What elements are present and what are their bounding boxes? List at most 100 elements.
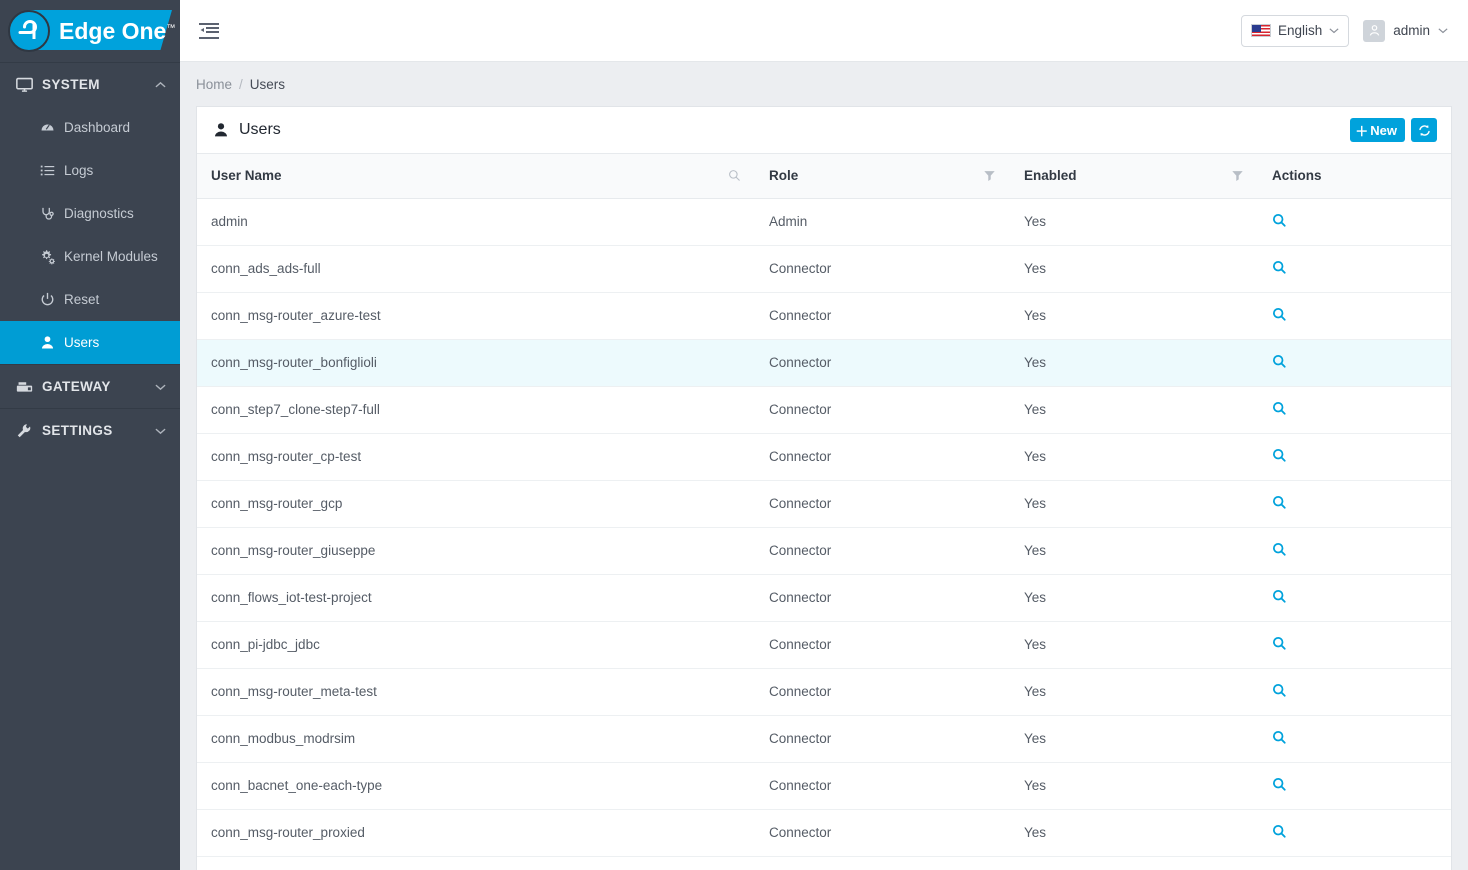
brand-logo-area[interactable]: Edge One™	[0, 0, 180, 62]
table-row[interactable]: conn_msg-router_giuseppe Connector Yes	[197, 527, 1451, 575]
view-icon[interactable]	[1272, 213, 1287, 228]
cell-enabled: Yes	[1010, 527, 1258, 575]
chevron-down-icon[interactable]	[155, 427, 166, 435]
table-row[interactable]: conn_pi-jdbc_jdbc Connector Yes	[197, 621, 1451, 669]
user-menu[interactable]: admin	[1359, 15, 1452, 47]
cell-role: Connector	[755, 386, 1010, 434]
user-menu-label: admin	[1393, 23, 1430, 38]
sidebar-section-settings[interactable]: SETTINGS	[0, 408, 180, 452]
view-icon[interactable]	[1272, 448, 1287, 463]
filter-icon[interactable]	[983, 169, 996, 182]
view-icon[interactable]	[1272, 354, 1287, 369]
search-icon[interactable]	[728, 169, 741, 182]
cell-actions	[1258, 480, 1451, 528]
table-row[interactable]: admin Admin Yes	[197, 198, 1451, 246]
view-icon[interactable]	[1272, 542, 1287, 557]
us-flag-icon	[1250, 24, 1271, 37]
table-row[interactable]: conn_msg-router_azure-test Connector Yes	[197, 292, 1451, 340]
cell-actions	[1258, 621, 1451, 669]
table-row[interactable]: conn_msg-router_proxied Connector Yes	[197, 809, 1451, 857]
sidebar-section-gateway[interactable]: GATEWAY	[0, 364, 180, 408]
cell-user-name: conn_pi-jdbc_jdbc	[197, 621, 755, 669]
table-row[interactable]: conn_msg-router_cp-test Connector Yes	[197, 433, 1451, 481]
chevron-down-icon[interactable]	[155, 383, 166, 391]
breadcrumb-home[interactable]: Home	[196, 77, 232, 92]
chevron-up-icon[interactable]	[155, 81, 166, 89]
breadcrumb-current: Users	[249, 76, 286, 92]
view-icon[interactable]	[1272, 401, 1287, 416]
cell-role: Connector	[755, 339, 1010, 387]
view-icon[interactable]	[1272, 495, 1287, 510]
view-icon[interactable]	[1272, 589, 1287, 604]
view-icon[interactable]	[1272, 730, 1287, 745]
monitor-icon	[16, 76, 42, 93]
breadcrumb-separator: /	[239, 76, 243, 92]
users-card-actions: ＋ New	[1350, 118, 1437, 142]
cell-actions	[1258, 809, 1451, 857]
cell-user-name: conn_flows_iot-test-project	[197, 574, 755, 622]
cell-actions	[1258, 292, 1451, 340]
users-table-wrapper: User Name Role Enabled Actions admin Adm…	[197, 154, 1451, 857]
sidebar-item-dashboard[interactable]: Dashboard	[0, 106, 180, 149]
cell-actions	[1258, 527, 1451, 575]
cell-user-name: conn_msg-router_proxied	[197, 809, 755, 857]
new-user-button[interactable]: ＋ New	[1350, 118, 1405, 142]
column-header-actions: Actions	[1258, 154, 1451, 199]
table-row[interactable]: conn_msg-router_bonfiglioli Connector Yes	[197, 339, 1451, 387]
wrench-icon	[16, 423, 42, 439]
sidebar-item-logs-label: Logs	[64, 163, 94, 178]
table-row[interactable]: conn_modbus_modrsim Connector Yes	[197, 715, 1451, 763]
sidebar-item-diagnostics[interactable]: Diagnostics	[0, 192, 180, 235]
list-icon	[40, 163, 64, 178]
dashboard-icon	[40, 120, 64, 135]
cell-enabled: Yes	[1010, 809, 1258, 857]
view-icon[interactable]	[1272, 824, 1287, 839]
column-header-user-name-label: User Name	[211, 168, 282, 184]
filter-icon[interactable]	[1231, 169, 1244, 182]
refresh-icon	[1417, 123, 1432, 138]
sidebar-item-logs[interactable]: Logs	[0, 149, 180, 192]
sidebar-item-dashboard-label: Dashboard	[64, 120, 131, 135]
cell-user-name: conn_msg-router_cp-test	[197, 433, 755, 481]
cell-enabled: Yes	[1010, 198, 1258, 246]
view-icon[interactable]	[1272, 777, 1287, 792]
refresh-button[interactable]	[1411, 118, 1437, 142]
cell-role: Connector	[755, 809, 1010, 857]
cell-role: Connector	[755, 480, 1010, 528]
brand-mark-icon	[8, 10, 50, 52]
table-row[interactable]: conn_flows_iot-test-project Connector Yes	[197, 574, 1451, 622]
indent-collapse-icon[interactable]	[194, 16, 224, 46]
sidebar-item-users[interactable]: Users	[0, 321, 180, 364]
sidebar-item-reset[interactable]: Reset	[0, 278, 180, 321]
brand-name-text: Edge One	[59, 17, 167, 44]
table-row[interactable]: conn_ads_ads-full Connector Yes	[197, 245, 1451, 293]
user-icon	[213, 122, 229, 138]
view-icon[interactable]	[1272, 683, 1287, 698]
table-row[interactable]: conn_bacnet_one-each-type Connector Yes	[197, 762, 1451, 810]
table-row[interactable]: conn_msg-router_meta-test Connector Yes	[197, 668, 1451, 716]
cell-role: Connector	[755, 668, 1010, 716]
language-selector[interactable]: English	[1240, 14, 1350, 47]
cell-user-name: conn_msg-router_meta-test	[197, 668, 755, 716]
users-table-head: User Name Role Enabled Actions	[197, 154, 1451, 199]
users-card: Users ＋ New User Name Role Enabled Actio…	[196, 106, 1452, 870]
chevron-down-icon	[1329, 27, 1339, 34]
view-icon[interactable]	[1272, 260, 1287, 275]
table-row[interactable]: conn_step7_clone-step7-full Connector Yes	[197, 386, 1451, 434]
cell-actions	[1258, 386, 1451, 434]
view-icon[interactable]	[1272, 636, 1287, 651]
sidebar-item-diagnostics-label: Diagnostics	[64, 206, 134, 221]
cell-actions	[1258, 433, 1451, 481]
column-header-role: Role	[755, 154, 1010, 199]
cell-user-name: conn_bacnet_one-each-type	[197, 762, 755, 810]
cell-role: Admin	[755, 198, 1010, 246]
sidebar-item-kernel-modules[interactable]: Kernel Modules	[0, 235, 180, 278]
cell-role: Connector	[755, 527, 1010, 575]
cell-actions	[1258, 715, 1451, 763]
table-row[interactable]: conn_msg-router_gcp Connector Yes	[197, 480, 1451, 528]
language-selector-label: English	[1277, 23, 1323, 38]
sidebar-section-system[interactable]: SYSTEM	[0, 62, 180, 106]
view-icon[interactable]	[1272, 307, 1287, 322]
cell-actions	[1258, 198, 1451, 246]
cell-enabled: Yes	[1010, 574, 1258, 622]
